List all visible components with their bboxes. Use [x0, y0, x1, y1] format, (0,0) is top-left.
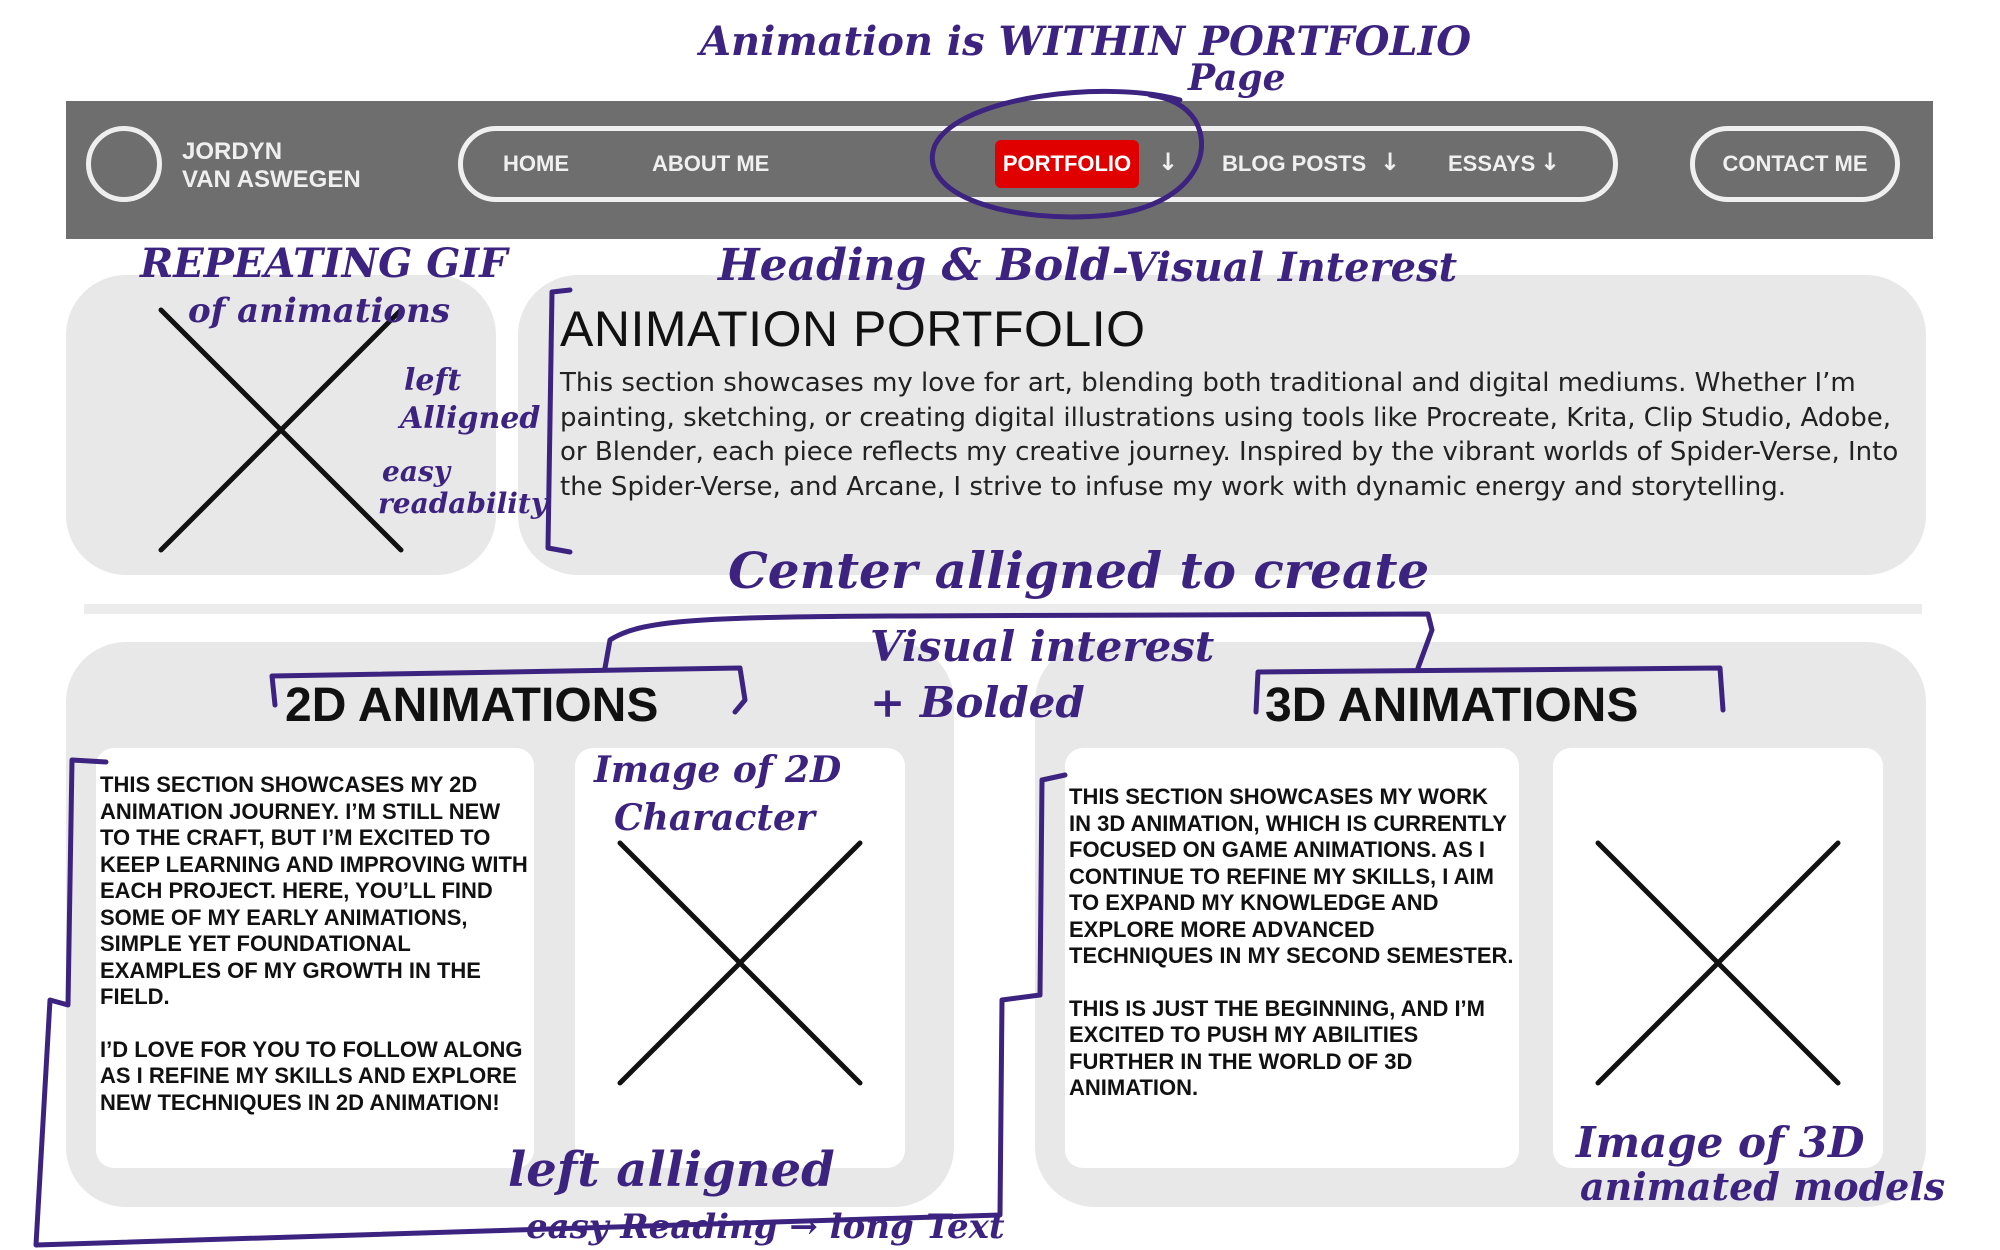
nav-essays[interactable]: ESSAYS	[1448, 150, 1535, 178]
logo-circle-icon[interactable]	[86, 126, 162, 202]
image-placeholder-x-icon	[158, 307, 404, 553]
blog-dropdown-arrow-icon[interactable]: ↓	[1380, 148, 1400, 176]
section-3d-paragraph-1: THIS SECTION SHOWCASES MY WORK IN 3D ANI…	[1069, 784, 1514, 968]
nav-home[interactable]: HOME	[503, 150, 569, 178]
nav-portfolio[interactable]: PORTFOLIO	[995, 140, 1139, 188]
annotation-top-2: Page	[1188, 57, 1286, 99]
section-2d-text-card: THIS SECTION SHOWCASES MY 2D ANIMATION J…	[96, 748, 534, 1168]
image-placeholder-x-icon	[617, 840, 863, 1086]
annotation-top-1: Animation is WITHIN PORTFOLIO	[700, 18, 1472, 65]
essays-dropdown-arrow-icon[interactable]: ↓	[1540, 148, 1560, 176]
annotation-image-3d-1: Image of 3D	[1576, 1118, 1865, 1167]
section-divider	[84, 604, 1922, 614]
annotation-left-1: left	[404, 363, 462, 398]
nav-blog-posts[interactable]: BLOG POSTS	[1222, 150, 1366, 178]
section-2d-paragraph-1: THIS SECTION SHOWCASES MY 2D ANIMATION J…	[100, 772, 528, 1009]
hero-description: This section showcases my love for art, …	[560, 368, 1899, 502]
annotation-visual-interest: -Visual Interest	[1112, 244, 1458, 291]
annotation-gif-2: of animations	[188, 291, 450, 331]
annotation-center-3: + Bolded	[870, 678, 1085, 727]
annotation-center-1: Center alligned to create	[728, 541, 1430, 600]
annotation-image-3d-2: animated models	[1580, 1164, 1946, 1209]
section-3d-image-card	[1553, 748, 1883, 1168]
annotation-bottom-left-2: easy Reading → long Text	[526, 1207, 1005, 1247]
annotation-image-2d-2: Character	[614, 797, 815, 839]
annotation-easy-1: easy	[382, 455, 450, 488]
annotation-gif-1: REPEATING GIF	[140, 240, 508, 287]
annotation-bottom-left-1: left alligned	[508, 1142, 835, 1198]
brand-line-2: VAN ASWEGEN	[182, 166, 361, 193]
annotation-image-2d-1: Image of 2D	[594, 749, 842, 791]
image-placeholder-x-icon	[1595, 840, 1841, 1086]
nav-about-me[interactable]: ABOUT ME	[652, 150, 769, 178]
annotation-center-2: Visual interest	[870, 622, 1215, 671]
annotation-easy-2: readability	[378, 487, 548, 520]
annotation-left-2: Alligned	[400, 401, 541, 436]
brand-name[interactable]: JORDYN VAN ASWEGEN	[182, 138, 361, 194]
section-3d-paragraph-2: THIS IS JUST THE BEGINNING, AND I’M EXCI…	[1069, 995, 1485, 1101]
page-title: ANIMATION PORTFOLIO	[560, 301, 1146, 357]
section-2d-title: 2D ANIMATIONS	[285, 679, 659, 732]
annotation-heading-bold: Heading & Bold	[718, 240, 1111, 291]
portfolio-dropdown-arrow-icon[interactable]: ↓	[1158, 148, 1178, 176]
section-3d-text-card: THIS SECTION SHOWCASES MY WORK IN 3D ANI…	[1065, 748, 1519, 1168]
contact-me-button[interactable]: CONTACT ME	[1690, 126, 1900, 202]
section-3d-title: 3D ANIMATIONS	[1265, 679, 1639, 732]
brand-line-1: JORDYN	[182, 138, 283, 165]
section-2d-paragraph-2: I’D LOVE FOR YOU TO FOLLOW ALONG AS I RE…	[100, 1036, 523, 1115]
